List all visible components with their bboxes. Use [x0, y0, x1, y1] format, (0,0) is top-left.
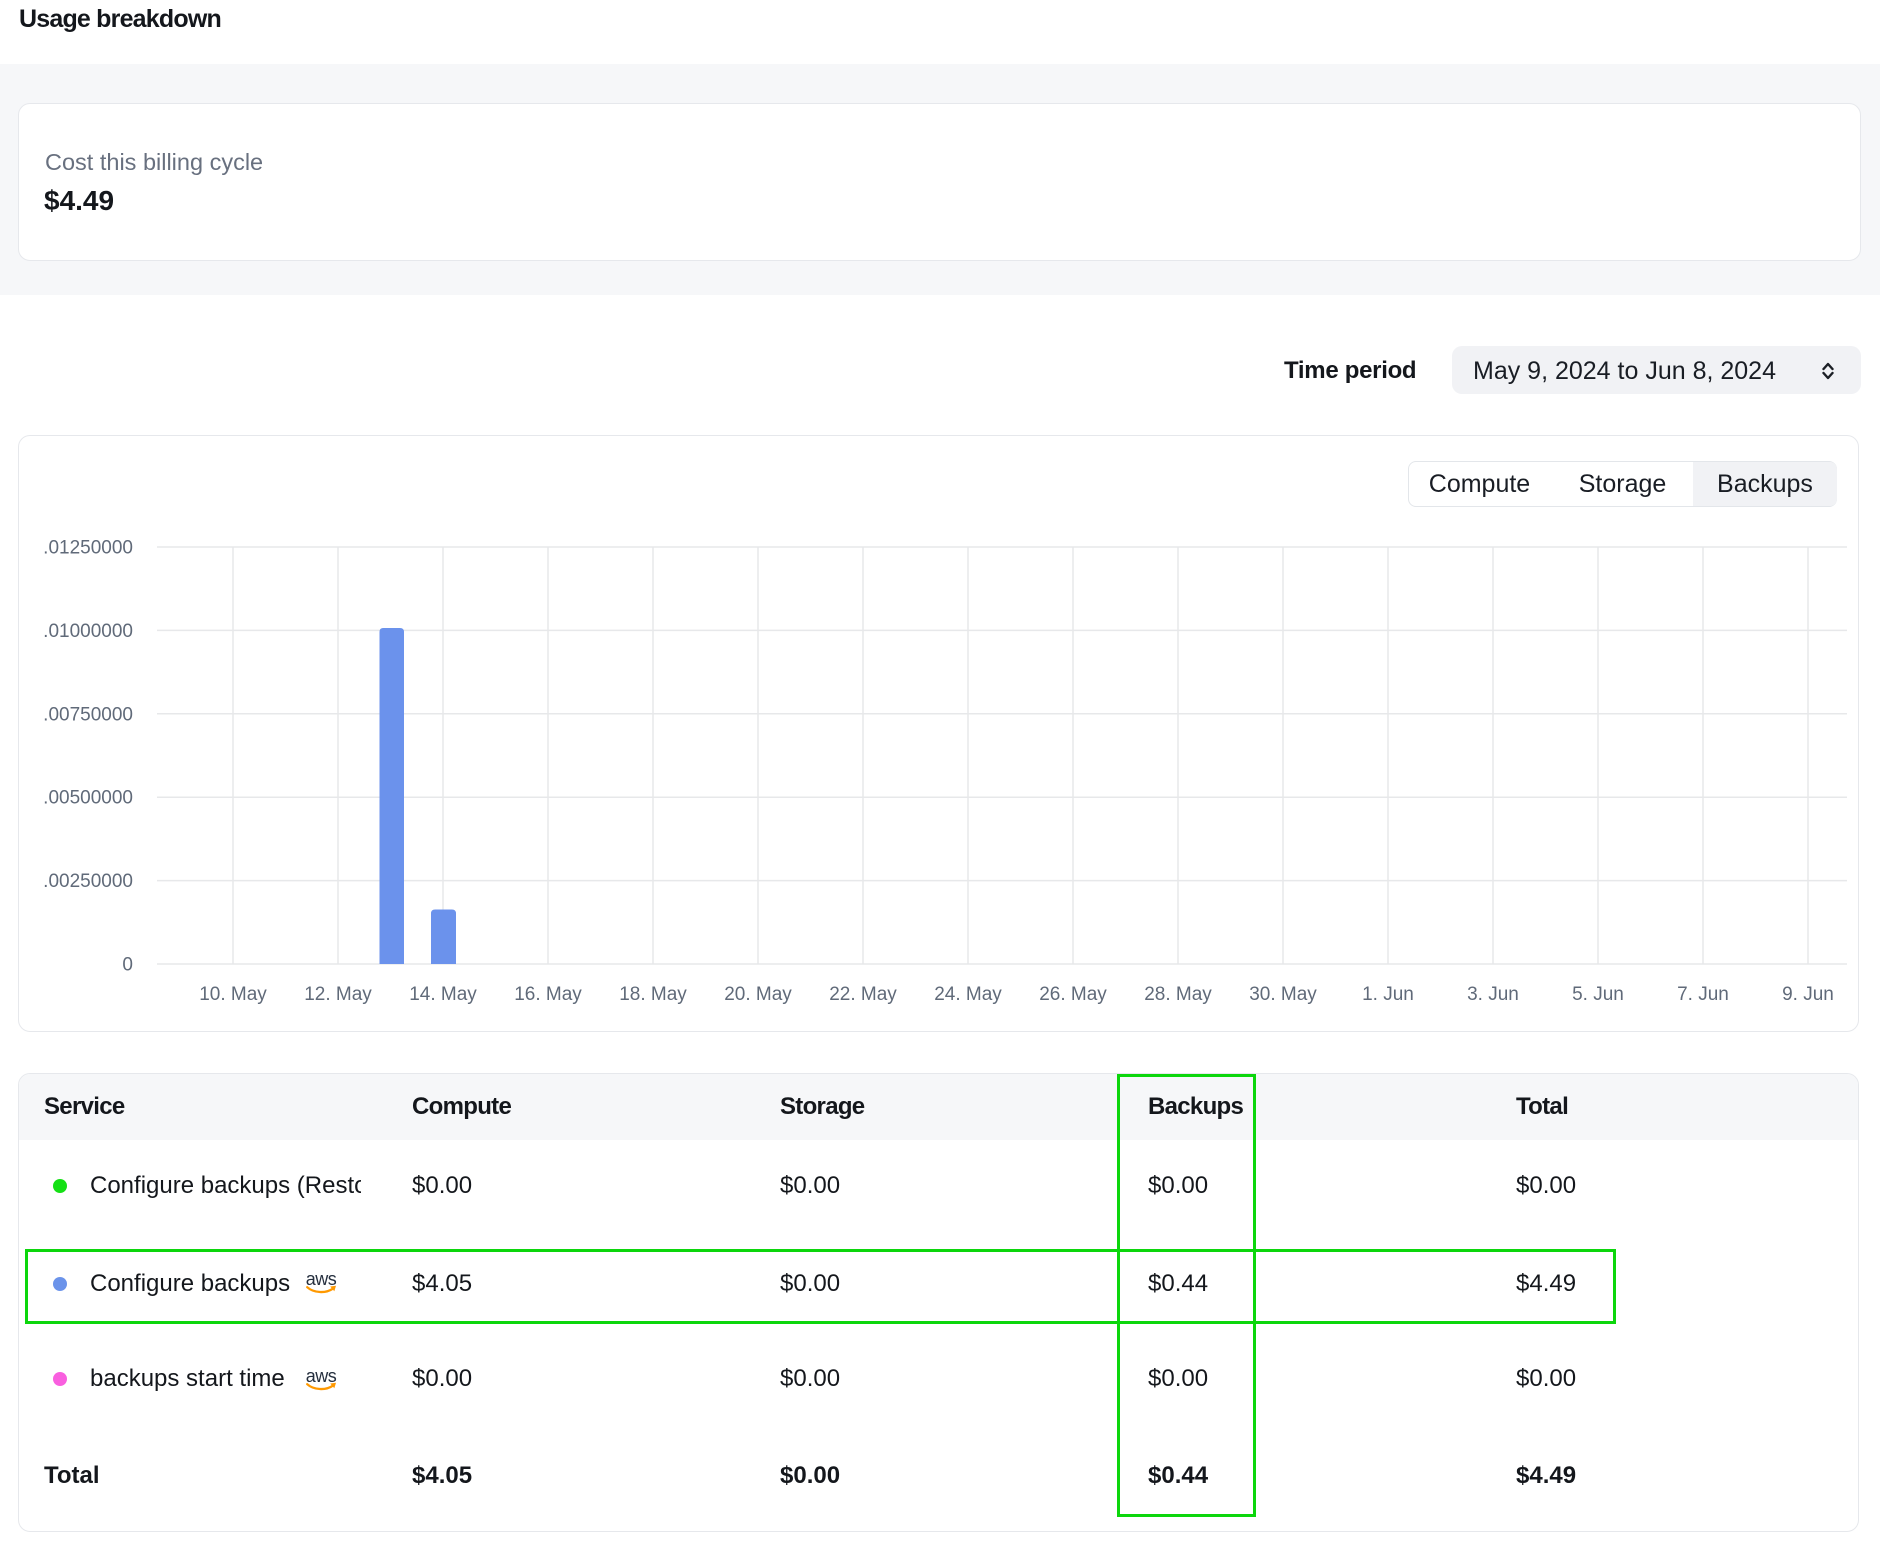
svg-text:.01250000: .01250000	[43, 538, 133, 559]
svg-text:0: 0	[122, 955, 133, 976]
svg-text:30. May: 30. May	[1249, 984, 1317, 1005]
svg-text:3. Jun: 3. Jun	[1467, 984, 1519, 1005]
svg-text:7. Jun: 7. Jun	[1677, 984, 1729, 1005]
svg-text:28. May: 28. May	[1144, 984, 1212, 1005]
svg-text:.01000000: .01000000	[43, 621, 133, 642]
svg-text:.00250000: .00250000	[43, 871, 133, 892]
svg-text:5. Jun: 5. Jun	[1572, 984, 1624, 1005]
svg-text:16. May: 16. May	[514, 984, 582, 1005]
svg-text:26. May: 26. May	[1039, 984, 1107, 1005]
svg-text:9. Jun: 9. Jun	[1782, 984, 1834, 1005]
svg-text:12. May: 12. May	[304, 984, 372, 1005]
svg-text:1. Jun: 1. Jun	[1362, 984, 1414, 1005]
svg-text:10. May: 10. May	[199, 984, 267, 1005]
svg-text:22. May: 22. May	[829, 984, 897, 1005]
svg-text:.00750000: .00750000	[43, 704, 133, 725]
svg-text:.00500000: .00500000	[43, 788, 133, 809]
svg-text:14. May: 14. May	[409, 984, 477, 1005]
svg-text:24. May: 24. May	[934, 984, 1002, 1005]
svg-text:20. May: 20. May	[724, 984, 792, 1005]
svg-text:18. May: 18. May	[619, 984, 687, 1005]
